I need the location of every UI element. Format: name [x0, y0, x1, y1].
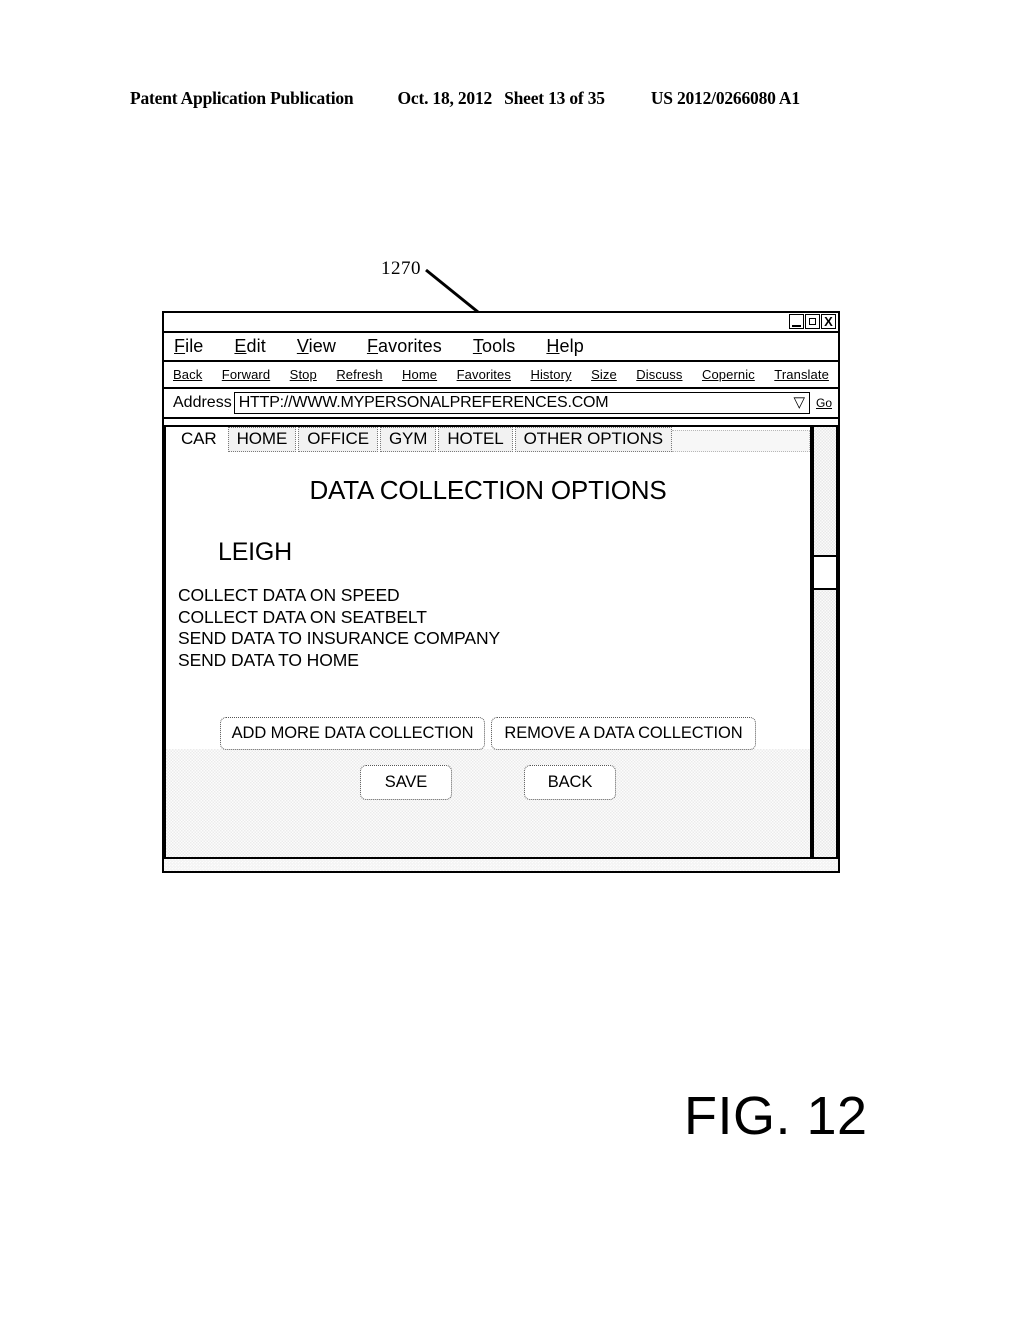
- vertical-scrollbar[interactable]: [812, 425, 838, 871]
- menu-item-help[interactable]: Help: [546, 336, 583, 357]
- menu-mnemonic: V: [296, 336, 309, 356]
- menu-mnemonic: E: [234, 336, 247, 356]
- navigation-toolbar: Back Forward Stop Refresh Home Favorites…: [164, 362, 838, 389]
- list-item[interactable]: COLLECT DATA ON SPEED: [178, 585, 810, 607]
- reference-numeral-1270: 1270: [381, 258, 421, 279]
- toolbar-item-forward[interactable]: Forward: [222, 367, 270, 382]
- close-glyph: X: [824, 314, 833, 329]
- menu-label: iew: [308, 336, 336, 356]
- tab-other-options[interactable]: OTHER OPTIONS: [514, 427, 672, 452]
- add-more-data-collection-button[interactable]: ADD MORE DATA COLLECTION: [220, 717, 485, 750]
- tab-home[interactable]: HOME: [227, 427, 297, 452]
- tab-hotel[interactable]: HOTEL: [438, 427, 513, 452]
- publication-date: Oct. 18, 2012: [397, 88, 493, 108]
- user-name-heading: LEIGH: [218, 538, 293, 566]
- list-item[interactable]: SEND DATA TO INSURANCE COMPANY: [178, 628, 810, 650]
- toolbar-item-favorites[interactable]: Favorites: [457, 367, 511, 382]
- publication-label: Patent Application Publication: [130, 88, 354, 108]
- toolbar-item-back[interactable]: Back: [173, 367, 202, 382]
- web-page-panel: CAR HOME OFFICE GYM HOTEL OTHER OPTIONS …: [164, 425, 812, 871]
- data-collection-option-list: COLLECT DATA ON SPEED COLLECT DATA ON SE…: [178, 585, 810, 671]
- toolbar-item-translate[interactable]: Translate: [774, 367, 829, 382]
- menu-bar: File Edit View Favorites Tools Help: [164, 333, 838, 362]
- tab-car[interactable]: CAR: [172, 427, 226, 452]
- back-button[interactable]: BACK: [524, 765, 616, 800]
- menu-mnemonic: T: [472, 336, 482, 356]
- toolbar-item-discuss[interactable]: Discuss: [636, 367, 682, 382]
- menu-label: ile: [185, 336, 204, 356]
- remove-a-data-collection-button[interactable]: REMOVE A DATA COLLECTION: [491, 717, 756, 750]
- figure-label: FIG. 12: [684, 1086, 868, 1146]
- scrollbar-thumb[interactable]: [814, 555, 836, 590]
- menu-mnemonic: F: [366, 336, 379, 356]
- toolbar-item-home[interactable]: Home: [402, 367, 437, 382]
- patent-number: US 2012/0266080 A1: [650, 88, 800, 108]
- menu-mnemonic: F: [174, 336, 186, 356]
- menu-label: avorites: [378, 336, 442, 356]
- tab-bar-filler: [672, 430, 810, 452]
- tab-gym[interactable]: GYM: [379, 427, 437, 452]
- window-controls: X: [789, 314, 836, 329]
- page-title: DATA COLLECTION OPTIONS: [309, 475, 667, 505]
- toolbar-item-history[interactable]: History: [530, 367, 571, 382]
- menu-label: dit: [246, 336, 266, 356]
- address-bar: Address HTTP://WWW.MYPERSONALPREFERENCES…: [164, 389, 838, 419]
- save-button[interactable]: SAVE: [360, 765, 452, 800]
- list-item[interactable]: COLLECT DATA ON SEATBELT: [178, 607, 810, 629]
- list-item[interactable]: SEND DATA TO HOME: [178, 650, 810, 672]
- browser-window: X File Edit View Favorites Tools Help Ba…: [162, 311, 840, 873]
- toolbar-item-stop[interactable]: Stop: [290, 367, 317, 382]
- address-value: HTTP://WWW.MYPERSONALPREFERENCES.COM: [238, 394, 609, 411]
- primary-button-row: ADD MORE DATA COLLECTION REMOVE A DATA C…: [166, 717, 810, 750]
- chevron-down-icon[interactable]: ▽: [793, 395, 805, 410]
- menu-mnemonic: H: [546, 336, 560, 356]
- callout-leader-line: [425, 268, 479, 314]
- browser-content-region: CAR HOME OFFICE GYM HOTEL OTHER OPTIONS …: [164, 419, 838, 871]
- address-label: Address: [173, 394, 232, 411]
- menu-item-tools[interactable]: Tools: [473, 336, 516, 357]
- menu-item-file[interactable]: File: [174, 336, 203, 357]
- menu-item-favorites[interactable]: Favorites: [367, 336, 442, 357]
- patent-page-header: Patent Application Publication Oct. 18, …: [130, 88, 890, 114]
- menu-item-view[interactable]: View: [297, 336, 336, 357]
- menu-label: elp: [559, 336, 584, 356]
- address-input[interactable]: HTTP://WWW.MYPERSONALPREFERENCES.COM ▽: [233, 392, 810, 414]
- maximize-icon[interactable]: [805, 314, 820, 329]
- secondary-button-row: SAVE BACK: [166, 765, 810, 800]
- sheet-number: Sheet 13 of 35: [504, 88, 605, 108]
- page-tab-bar: CAR HOME OFFICE GYM HOTEL OTHER OPTIONS: [166, 427, 810, 452]
- window-title-bar: X: [164, 313, 838, 333]
- go-button[interactable]: Go: [816, 396, 832, 410]
- toolbar-item-size[interactable]: Size: [591, 367, 617, 382]
- menu-item-edit[interactable]: Edit: [234, 336, 265, 357]
- minimize-icon[interactable]: [789, 314, 804, 329]
- toolbar-item-refresh[interactable]: Refresh: [336, 367, 382, 382]
- close-icon[interactable]: X: [821, 314, 836, 329]
- menu-label: ools: [481, 336, 516, 356]
- status-bar: [164, 857, 838, 871]
- toolbar-item-copernic[interactable]: Copernic: [702, 367, 755, 382]
- tab-office[interactable]: OFFICE: [298, 427, 378, 452]
